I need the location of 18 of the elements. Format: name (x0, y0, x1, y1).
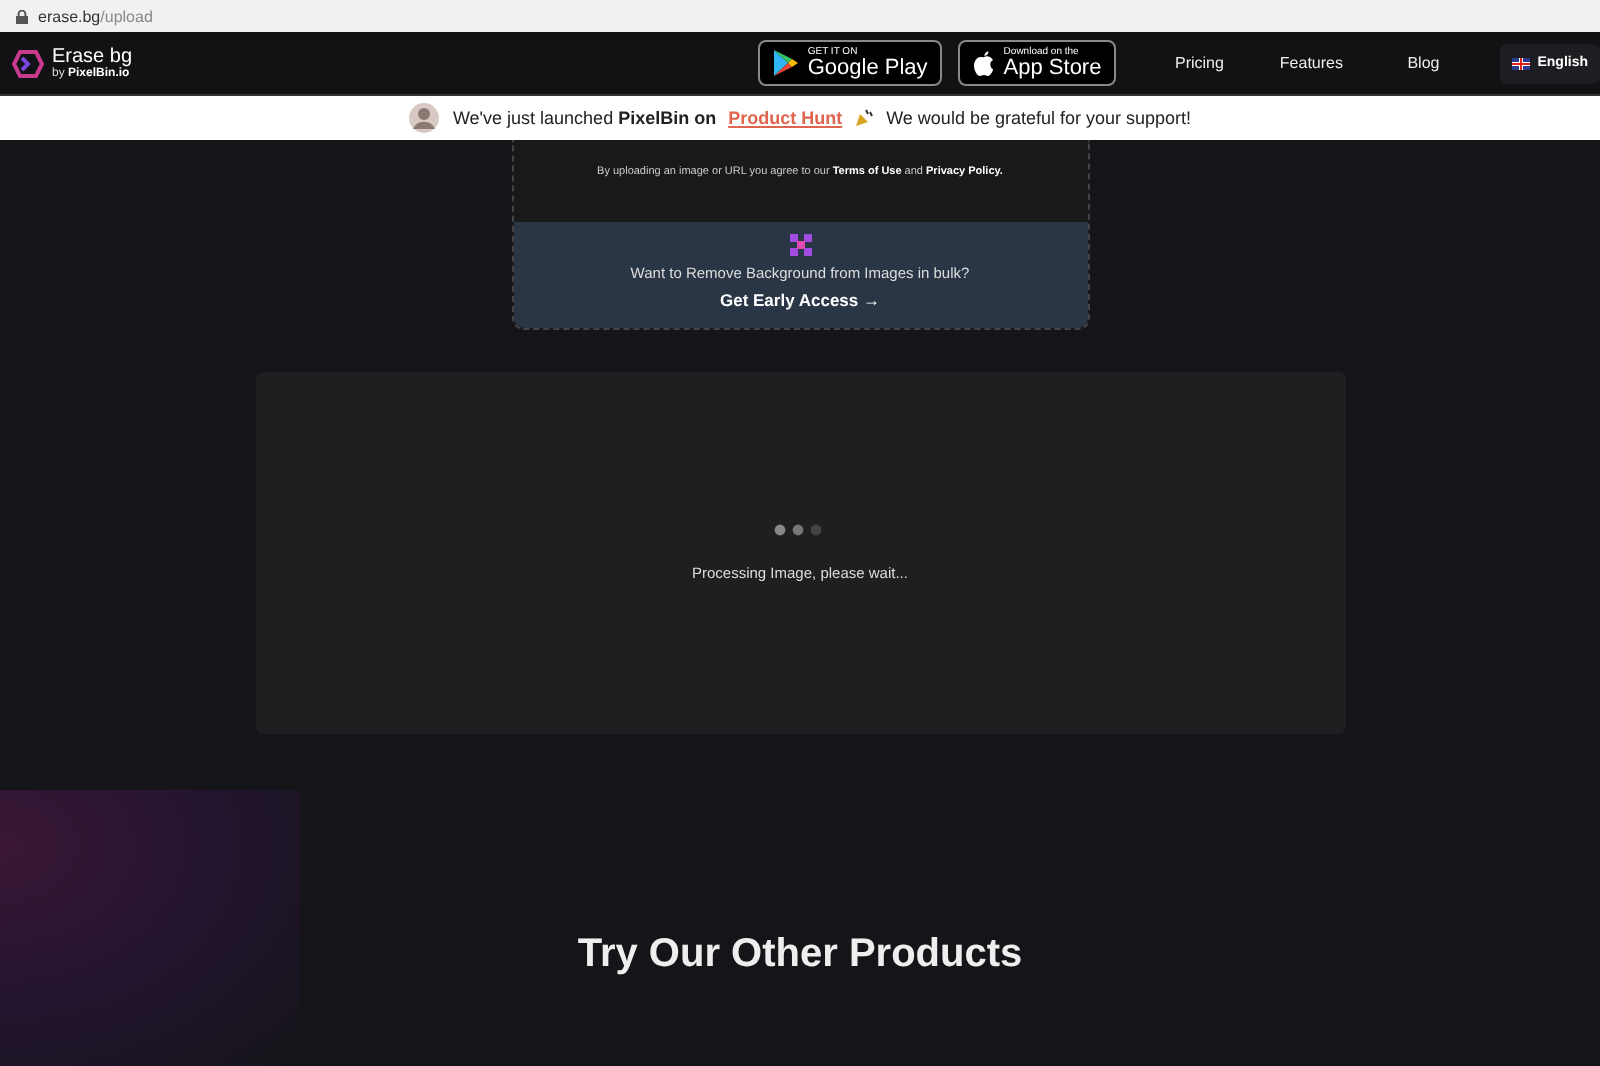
party-popper-icon (854, 108, 875, 128)
announcement-text: We would be grateful for your support! (886, 108, 1192, 128)
logo-icon (12, 49, 44, 77)
early-access-link[interactable]: Get Early Access → (719, 290, 880, 310)
nav-link[interactable]: Blog (1367, 54, 1480, 72)
logo-title: Erase bg (52, 46, 133, 68)
play-triangle-icon (771, 48, 800, 78)
nav-link[interactable]: Pricing (1143, 54, 1256, 72)
apple-icon (971, 49, 996, 77)
announcement-text: We've just launched PixelBin on (452, 108, 717, 128)
avatar-icon (408, 102, 441, 134)
lock-icon (16, 9, 28, 23)
nav-link[interactable]: Features (1255, 54, 1368, 72)
flag-icon (1511, 57, 1530, 69)
url-text[interactable]: erase.bg/upload (38, 7, 153, 25)
grid-icon (789, 234, 811, 256)
loading-dots-icon (774, 524, 826, 536)
section-heading: Try Our Other Products (575, 932, 1025, 978)
